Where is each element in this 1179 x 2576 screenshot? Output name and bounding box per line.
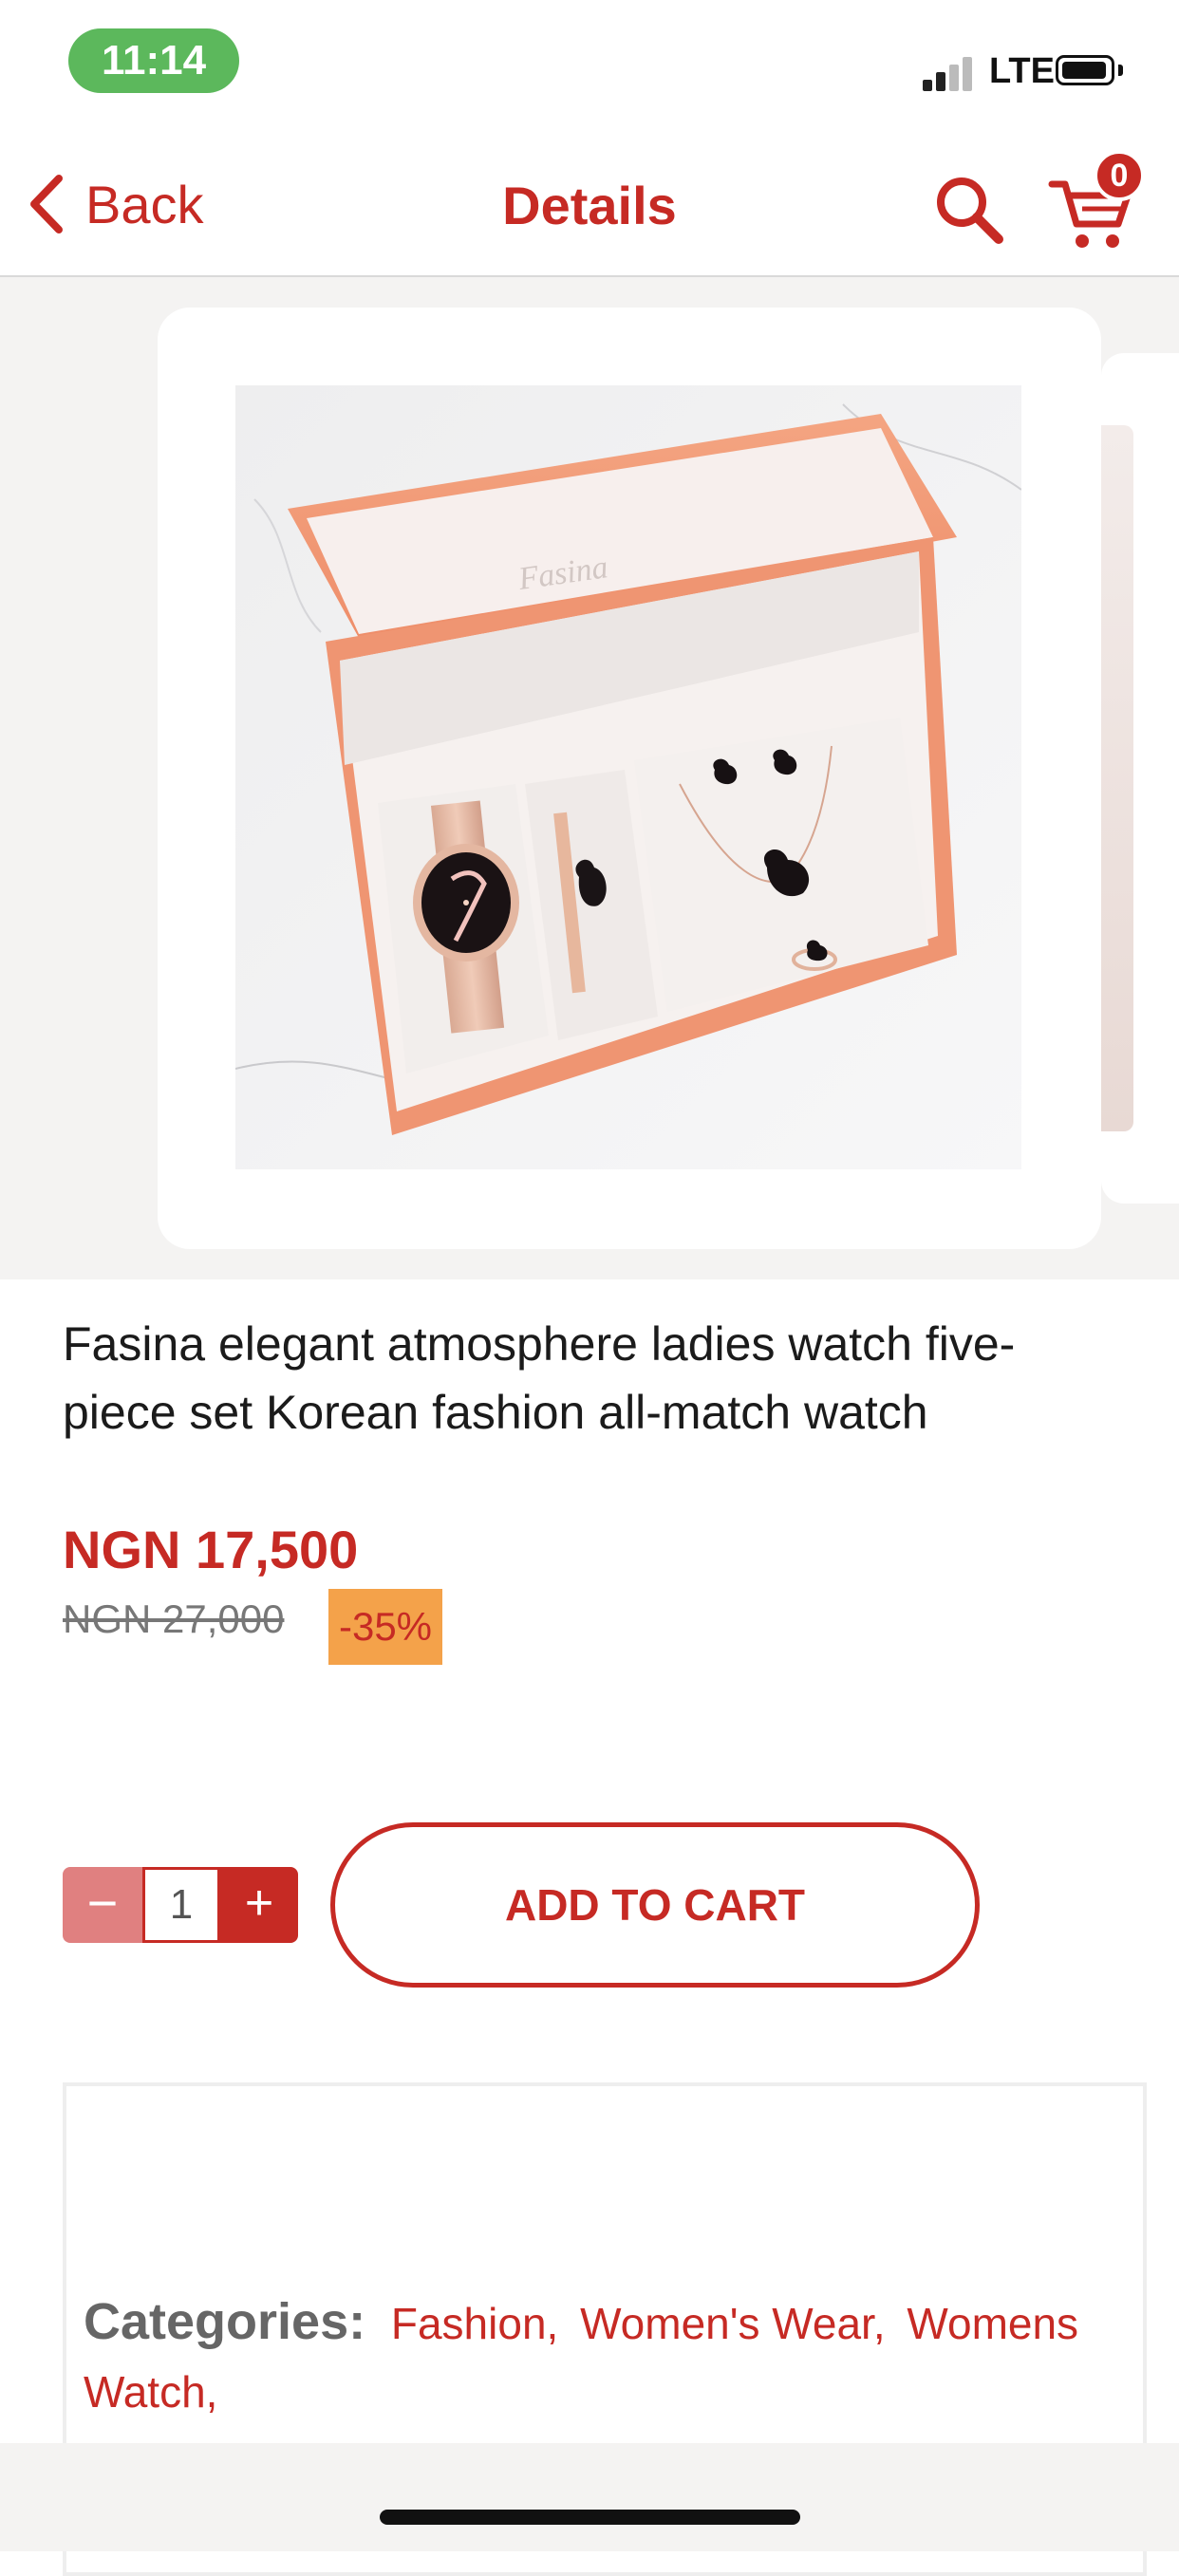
- battery-cap: [1118, 65, 1123, 76]
- categories-row: Categories: Fashion, Women's Wear, Women…: [84, 2287, 1090, 2426]
- product-gallery[interactable]: Fasina: [0, 277, 1179, 1279]
- back-button[interactable]: Back: [25, 171, 204, 237]
- status-bar: 11:14 LTE: [0, 0, 1179, 133]
- quantity-decrease-button[interactable]: −: [63, 1867, 142, 1943]
- navigation-bar: Back Details 0: [0, 133, 1179, 277]
- signal-icon: [923, 53, 980, 91]
- back-label: Back: [85, 174, 204, 234]
- search-icon[interactable]: [930, 171, 1006, 247]
- original-price: NGN 27,000: [63, 1596, 285, 1641]
- product-image[interactable]: Fasina: [235, 385, 1021, 1169]
- chevron-left-icon: [30, 175, 63, 233]
- current-price: NGN 17,500: [63, 1520, 359, 1579]
- cart-count-badge: 0: [1094, 150, 1145, 201]
- carrier-label: LTE: [989, 51, 1055, 91]
- next-gallery-image: [1101, 425, 1133, 1131]
- category-link-womens-wear[interactable]: Women's Wear,: [580, 2299, 886, 2348]
- home-indicator-area: [0, 2443, 1179, 2551]
- product-title: Fasina elegant atmosphere ladies watch f…: [63, 1317, 1016, 1439]
- quantity-input[interactable]: 1: [142, 1867, 220, 1943]
- status-time: 11:14: [68, 28, 239, 93]
- categories-label: Categories:: [84, 2293, 366, 2350]
- discount-badge: -35%: [328, 1589, 442, 1665]
- category-link-fashion[interactable]: Fashion,: [391, 2299, 558, 2348]
- home-indicator[interactable]: [380, 2510, 800, 2525]
- battery-icon: [1056, 55, 1114, 85]
- add-to-cart-button[interactable]: ADD TO CART: [330, 1822, 980, 1988]
- quantity-increase-button[interactable]: +: [220, 1867, 298, 1943]
